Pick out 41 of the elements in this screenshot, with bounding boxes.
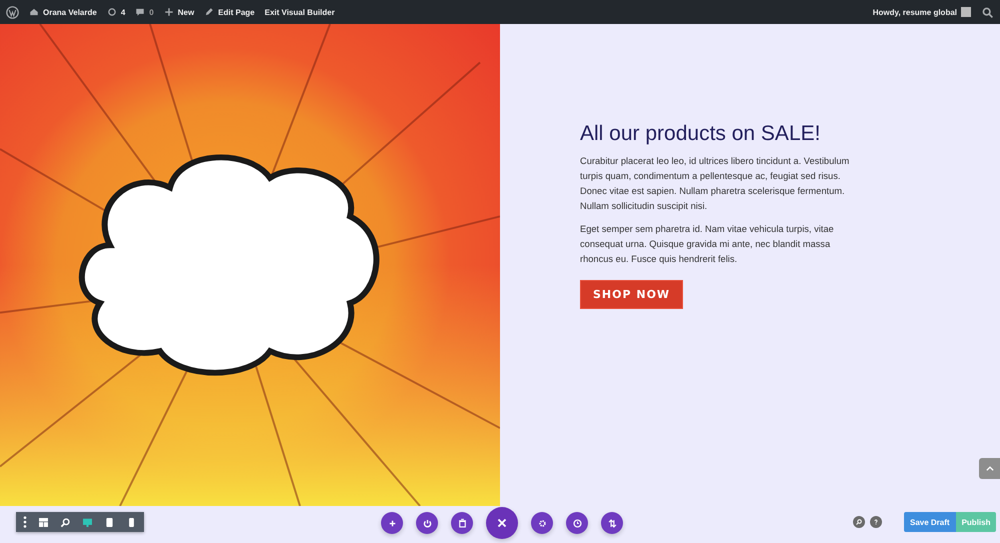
sort-button[interactable] (601, 512, 623, 534)
comment-icon (135, 7, 146, 17)
question-mark-icon (872, 518, 880, 526)
scroll-to-top-button[interactable] (979, 458, 1000, 479)
paragraph: Eget semper sem pharetra id. Nam vitae vehicula turpis, vitae consequat urna. Quisque gravida mi ante, nec blandit massa rhoncus eu. Fusce quis hendrerit felis. (580, 223, 835, 266)
history-button[interactable] (566, 512, 588, 534)
new-link[interactable]: New (164, 7, 194, 17)
site-name-link[interactable]: Orana Velarde (29, 7, 97, 17)
settings-button[interactable] (531, 512, 553, 534)
search-button[interactable] (853, 516, 865, 528)
add-button[interactable] (381, 512, 403, 534)
plus-icon (164, 7, 174, 17)
close-button[interactable] (486, 507, 518, 539)
chevron-up-icon (984, 464, 994, 474)
edit-page-link[interactable]: Edit Page (204, 7, 255, 17)
trash-button[interactable] (451, 512, 473, 534)
power-icon (422, 518, 432, 528)
help-button[interactable] (870, 516, 882, 528)
sort-arrows-icon (606, 518, 618, 528)
pencil-icon (204, 7, 214, 17)
search-icon (855, 518, 863, 526)
clock-icon (572, 518, 582, 528)
shop-now-button[interactable]: SHOP NOW (580, 280, 684, 309)
settings-icon (536, 518, 548, 528)
avatar-icon (961, 7, 971, 17)
search-icon[interactable] (981, 6, 994, 18)
paragraph: Curabitur placerat leo leo, id ultrices libero tincidunt a. Vestibulum turpis quam, condimentum a pellentesque ac, feugiat sed risus. Donec vitae est sapien. Nullam pharetra scelerisque fermentum. Nullam sollicitudin suscipit nisi. (580, 155, 850, 213)
power-button[interactable] (416, 512, 438, 534)
account-link[interactable]: Howdy, resume global (872, 7, 971, 17)
trash-icon (456, 518, 468, 528)
close-icon (495, 516, 509, 530)
desktop-icon (82, 516, 92, 528)
heading: All our products on SALE! (580, 122, 822, 146)
comments-link[interactable]: 0 (135, 7, 154, 17)
wordpress-logo-icon[interactable] (6, 6, 19, 18)
tablet-icon (104, 516, 114, 528)
wireframe-icon (38, 516, 48, 528)
zoom-icon (60, 516, 70, 528)
updates-link[interactable]: 4 (106, 7, 126, 17)
exit-builder-link[interactable]: Exit Visual Builder (264, 8, 335, 16)
home-icon (29, 7, 39, 17)
